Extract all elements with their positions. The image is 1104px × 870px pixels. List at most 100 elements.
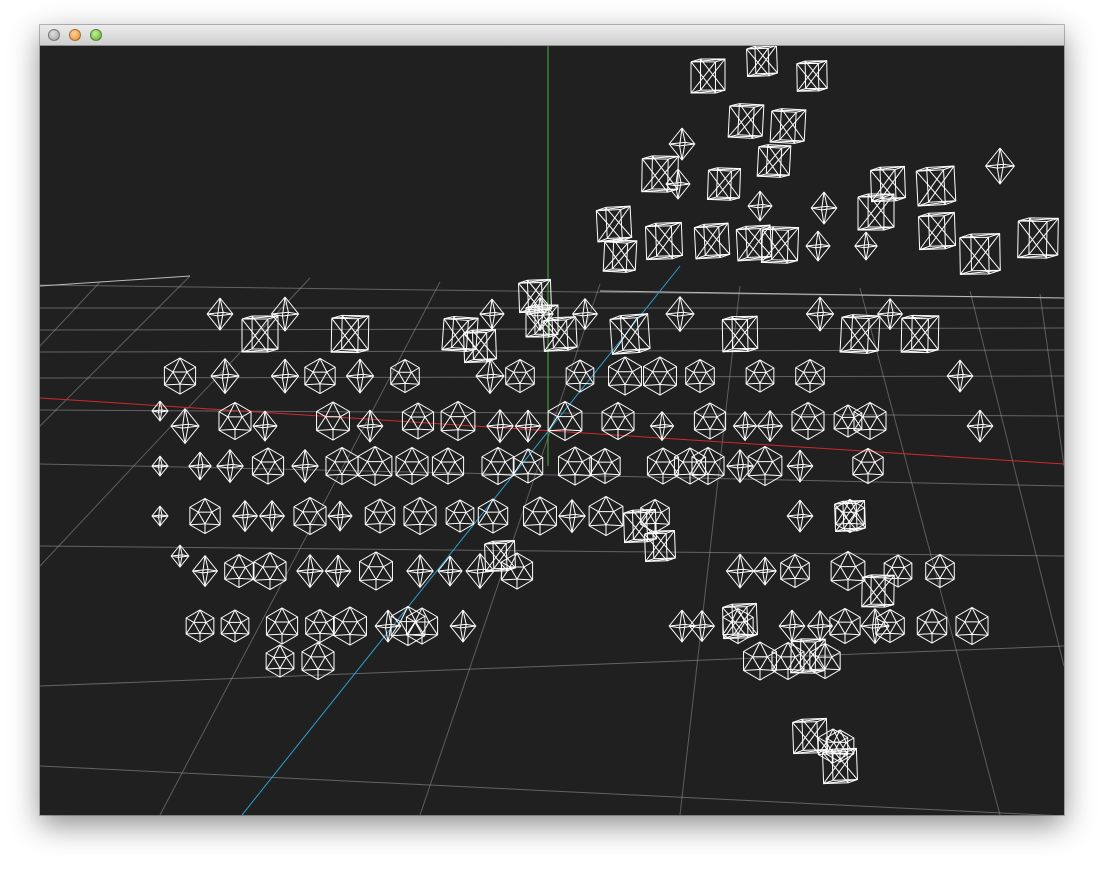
grid-line: [40, 275, 191, 427]
octahedron-wireframe: [805, 296, 835, 332]
icosahedron-wireframe: [558, 446, 592, 486]
title-bar[interactable]: [40, 25, 1064, 46]
icosahedron-wireframe: [305, 608, 335, 644]
icosahedron-wireframe: [431, 447, 465, 485]
close-button[interactable]: [48, 29, 60, 41]
octahedron-wireframe: [170, 408, 200, 445]
octahedron-wireframe: [668, 127, 696, 161]
octahedron-wireframe: [151, 455, 169, 477]
cube-wireframe: [644, 529, 676, 563]
icosahedron-wireframe: [780, 553, 810, 589]
octahedron-wireframe: [726, 449, 754, 484]
icosahedron-wireframe: [445, 499, 475, 533]
octahedron-wireframe: [210, 358, 240, 395]
octahedron-wireframe: [649, 411, 675, 442]
octahedron-wireframe: [786, 449, 814, 483]
octahedron-wireframe: [252, 410, 278, 442]
octahedron-wireframe: [345, 358, 375, 394]
octahedron-wireframe: [688, 610, 716, 643]
octahedron-wireframe: [876, 298, 904, 331]
cube-wireframe: [1017, 217, 1059, 259]
octahedron-wireframe: [514, 409, 542, 443]
icosahedron-wireframe: [403, 496, 437, 536]
zoom-button[interactable]: [90, 29, 102, 41]
octahedron-wireframe: [170, 544, 190, 568]
grid-line: [40, 765, 1054, 815]
icosahedron-wireframe: [608, 356, 642, 396]
icosahedron-wireframe: [925, 553, 955, 589]
cube-wireframe: [796, 60, 828, 92]
cube-wireframe: [463, 328, 497, 364]
icosahedron-wireframe: [440, 400, 476, 442]
grid-line: [40, 645, 1064, 687]
cube-wireframe: [959, 233, 1001, 275]
octahedron-wireframe: [854, 231, 878, 261]
grid-line: [1039, 293, 1064, 467]
cube-wireframe: [756, 144, 792, 178]
icosahedron-wireframe: [916, 608, 948, 644]
octahedron-wireframe: [665, 296, 695, 333]
octahedron-wireframe: [258, 500, 286, 533]
octahedron-wireframe: [806, 610, 834, 643]
icosahedron-wireframe: [640, 498, 670, 534]
octahedron-wireframe: [778, 609, 806, 643]
octahedron-wireframe: [732, 411, 758, 442]
octahedron-wireframe: [805, 230, 831, 262]
icosahedron-wireframe: [565, 359, 595, 393]
grid-line: [40, 277, 311, 567]
octahedron-wireframe: [291, 449, 319, 484]
icosahedron-wireframe: [477, 498, 509, 534]
octahedron-wireframe: [966, 409, 994, 443]
octahedron-wireframe: [374, 609, 402, 643]
octahedron-wireframe: [151, 505, 169, 527]
icosahedron-wireframe: [265, 644, 295, 678]
cube-wireframe: [602, 239, 638, 273]
icosahedron-wireframe: [589, 447, 621, 485]
icosahedron-wireframe: [791, 401, 825, 441]
cube-wireframe: [241, 315, 279, 353]
octahedron-wireframe: [231, 500, 259, 533]
grid-line: [859, 287, 1001, 815]
icosahedron-wireframe: [745, 359, 775, 393]
scene-canvas[interactable]: [40, 46, 1064, 815]
cube-wireframe: [861, 574, 895, 608]
icosahedron-wireframe: [189, 497, 221, 535]
ground-grid: [40, 275, 1064, 815]
horizon-line: [40, 275, 191, 287]
icosahedron-wireframe: [852, 447, 884, 485]
octahedron-wireframe: [756, 410, 784, 443]
icosahedron-wireframe: [163, 357, 197, 395]
cube-wireframe: [915, 165, 957, 207]
icosahedron-wireframe: [523, 496, 557, 536]
octahedron-wireframe: [206, 297, 234, 331]
icosahedron-wireframe: [251, 447, 285, 485]
octahedron-wireframe: [810, 191, 838, 225]
icosahedron-wireframe: [588, 495, 624, 537]
cube-wireframe: [727, 103, 765, 139]
icosahedron-wireframe: [293, 496, 327, 536]
octahedron-wireframe: [475, 358, 505, 395]
grid-line: [40, 281, 101, 347]
grid-line: [40, 375, 1064, 379]
cube-wireframe: [609, 313, 651, 355]
icosahedron-wireframe: [265, 607, 299, 645]
icosahedron-wireframe: [505, 358, 535, 394]
grid-line: [969, 290, 1064, 667]
icosahedron-wireframe: [395, 446, 429, 486]
icosahedron-wireframe: [601, 401, 635, 441]
icosahedron-wireframe: [390, 358, 420, 394]
octahedron-wireframe: [406, 554, 434, 589]
cube-wireframe: [693, 222, 731, 260]
icosahedron-wireframe: [304, 357, 336, 395]
cube-wireframe: [595, 205, 633, 243]
octahedron-wireframe: [860, 608, 890, 645]
minimize-button[interactable]: [69, 29, 81, 41]
octahedron-wireframe: [747, 190, 773, 222]
octahedron-wireframe: [479, 298, 505, 330]
cube-wireframe: [623, 508, 657, 544]
icosahedron-wireframe: [325, 446, 359, 486]
3d-viewport[interactable]: [40, 46, 1064, 815]
cube-wireframe: [690, 58, 726, 94]
cube-wireframe: [644, 221, 684, 261]
octahedron-wireframe: [725, 553, 755, 589]
